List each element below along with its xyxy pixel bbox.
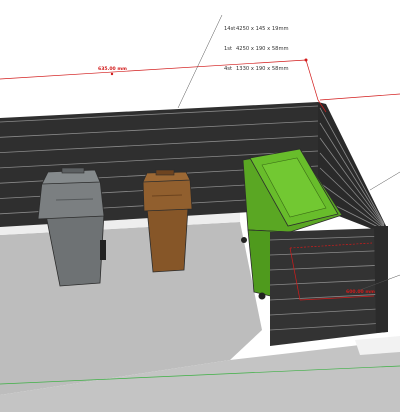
bom-row: 1st 4250 x 190 x 58mm	[224, 45, 289, 52]
bom-row: 4st 1330 x 190 x 58mm	[224, 65, 289, 72]
scene-canvas	[0, 14, 400, 412]
bill-of-materials: 14st 4250 x 145 x 19mm 1st 4250 x 190 x 58…	[224, 13, 289, 86]
3d-model-viewport[interactable]: 14st 4250 x 145 x 19mm 1st 4250 x 190 x 58…	[0, 0, 400, 412]
enclosure-width-dimension: 600.00 mm	[346, 290, 375, 295]
overall-width-dimension: 635.00 mm	[98, 67, 127, 72]
base-strip	[355, 336, 400, 355]
corner-post	[374, 226, 388, 333]
bom-row: 14st 4250 x 145 x 19mm	[224, 26, 289, 33]
bom-leader-line	[177, 14, 223, 109]
side-leader-line	[369, 171, 400, 191]
